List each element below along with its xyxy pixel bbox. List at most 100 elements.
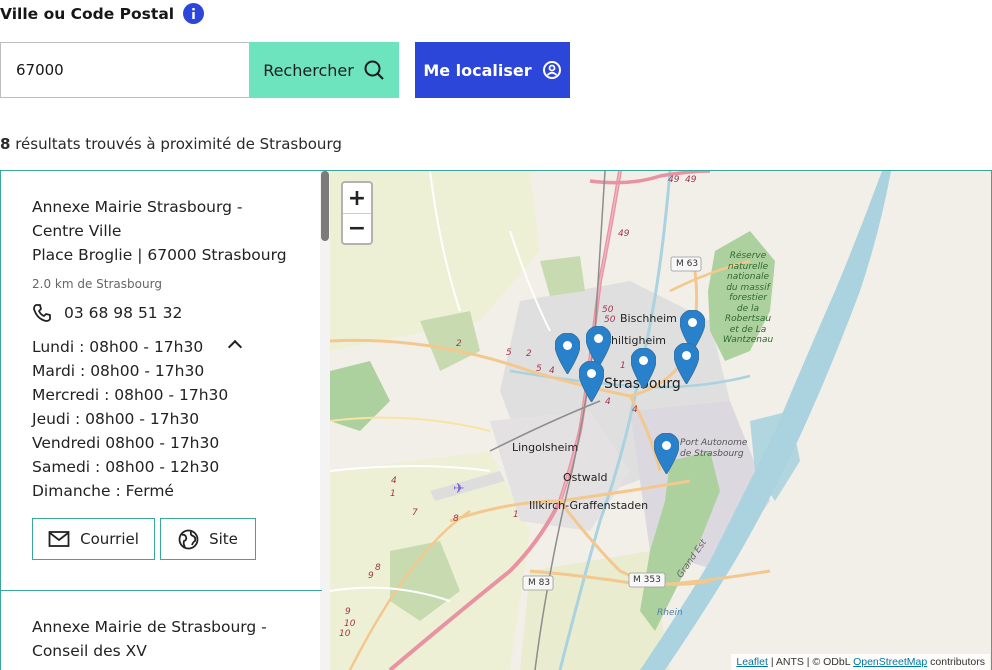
site-button-label: Site [209,530,238,548]
field-label-text: Ville ou Code Postal [0,4,175,23]
map-road-number: 4 [391,476,397,486]
hours-line: Lundi : 08h00 - 17h30 [32,338,204,356]
search-button[interactable]: Rechercher [249,42,399,98]
mail-button-label: Courriel [80,530,139,548]
card-distance: 2.0 km de Strasbourg [32,277,162,291]
field-label: Ville ou Code Postal [0,3,205,24]
svg-text:✈: ✈ [453,481,465,497]
map-road-number: 5 [506,348,512,358]
map-road-number: 49 [668,175,680,185]
map-canvas[interactable]: ✈ [330,171,991,670]
map-road-number: 50 [602,305,614,315]
search-input[interactable] [0,42,250,98]
map-road-number: 8 [453,514,459,524]
map-reserve-line: Réserve [729,251,767,261]
map-route-label: M 83 [528,578,551,588]
card-divider [0,590,322,591]
opening-hours: Lundi : 08h00 - 17h30 Mardi : 08h00 - 17… [32,335,312,503]
map-road-number: 50 [604,315,616,325]
map-reserve-label: Réserve naturelle nationale du massif fo… [722,251,774,346]
map-reserve-line: naturelle [727,261,769,272]
card-title-line: Conseil des XV [32,642,147,660]
mail-icon [48,531,70,547]
zoom-in-button[interactable]: + [343,183,371,213]
hours-line: Mardi : 08h00 - 17h30 [32,362,205,380]
map-route-label: M 63 [676,259,699,269]
map-road-number: 1 [390,489,396,499]
result-card: Annexe Mairie de Strasbourg - Conseil de… [32,615,312,663]
map-reserve-line: forestier [729,293,767,303]
map-reserve-line: du massif [726,282,770,293]
map-road-number: 9 [368,571,374,581]
zoom-control: + − [341,181,373,245]
phone-icon [33,304,51,322]
phone-row: 03 68 98 51 32 [32,303,312,323]
location-pin-icon [542,61,561,79]
info-icon[interactable] [183,3,205,24]
map-road-number: 1 [620,361,626,371]
hours-line: Dimanche : Fermé [32,482,174,500]
map-place-label: Lingolsheim [512,441,579,454]
map-road-number: 2 [456,339,462,349]
results-count: 8 [0,135,11,153]
map-road-number: 10 [339,629,351,639]
map-place-label: Illkirch-Graffenstaden [529,499,649,512]
search-icon [364,60,384,80]
zoom-out-button[interactable]: − [343,213,371,243]
locate-button-label: Me localiser [423,60,532,80]
card-title-line: Annexe Mairie Strasbourg - [32,198,243,216]
map-port-line: de Strasbourg [680,449,744,459]
map-reserve-line: et de La [729,324,767,335]
osm-link[interactable]: OpenStreetMap [853,656,927,668]
map-marker[interactable] [579,361,604,402]
map-port-line: Port Autonome [680,438,748,448]
result-card: Annexe Mairie Strasbourg - Centre Ville … [32,195,312,560]
search-button-label: Rechercher [263,60,354,80]
hours-line: Vendredi 08h00 - 17h30 [32,434,220,452]
map-reserve-line: de la Robertsau [724,303,772,325]
site-button[interactable]: Site [160,518,256,560]
map-reserve-line: Wantzenau [722,335,774,345]
scrollbar-thumb[interactable] [321,171,329,241]
map-road-number: 8 [375,563,381,573]
hours-line: Jeudi : 08h00 - 17h30 [32,410,200,428]
attribution-text: | ANTS | © ODbL [767,656,854,668]
card-title-line: Centre Ville [32,222,122,240]
map-road-number: 4 [632,405,638,415]
map-attribution: Leaflet | ANTS | © ODbL OpenStreetMap co… [731,654,990,670]
card-actions: Courriel Site [32,518,312,560]
map-road-number: 5 [536,364,542,374]
map-marker[interactable] [654,433,679,474]
map-place-label: Ostwald [563,471,608,484]
card-title-line: Annexe Mairie de Strasbourg - [32,618,267,636]
phone-number[interactable]: 03 68 98 51 32 [64,304,182,322]
map-river-label: Rhein [657,608,683,618]
results-summary: 8 résultats trouvés à proximité de Stras… [0,135,342,153]
map-road-number: 49 [685,175,697,185]
results-text: résultats trouvés à proximité de Strasbo… [15,135,342,153]
map-marker[interactable] [555,333,580,374]
locate-button[interactable]: Me localiser [415,42,570,98]
hours-line: Samedi : 08h00 - 12h30 [32,458,220,476]
map-road-number: 9 [345,607,351,617]
map-road-number: 7 [412,508,418,518]
card-title: Annexe Mairie Strasbourg - Centre Ville … [32,195,312,267]
map-reserve-line: nationale [726,272,769,282]
map-road-number: 4 [549,366,555,376]
leaflet-link[interactable]: Leaflet [736,656,768,668]
globe-icon [178,529,199,549]
map[interactable]: ✈ M 63 M 83 M 353 Bischheim Schiltigheim… [330,171,991,670]
map-port-label: Port Autonome de Strasbourg [680,438,747,460]
map-road-number: 2 [526,349,532,359]
map-road-number: 10 [344,619,356,629]
map-place-label: Bischheim [620,312,677,325]
map-marker[interactable] [674,343,699,384]
scrollbar-track[interactable] [320,171,330,670]
map-road-number: 1 [513,510,519,520]
map-route-label: M 353 [633,575,661,585]
map-marker[interactable] [631,348,656,389]
map-road-number: 49 [618,229,630,239]
mail-button[interactable]: Courriel [32,518,155,560]
hours-line: Mercredi : 08h00 - 17h30 [32,386,229,404]
attribution-text: contributors [927,656,985,668]
